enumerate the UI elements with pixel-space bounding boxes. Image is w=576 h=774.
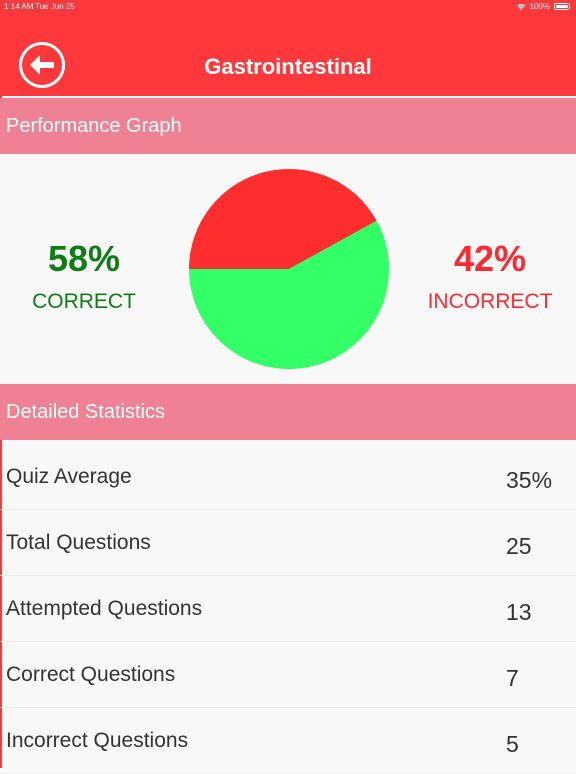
status-date: Tue Jun 25 xyxy=(35,2,75,11)
stat-value: 7 xyxy=(506,665,519,691)
stat-row-correct-questions: Correct Questions 7 xyxy=(0,642,576,708)
wifi-icon xyxy=(516,3,525,10)
stat-row-attempted-questions: Attempted Questions 13 xyxy=(0,576,576,642)
status-bar: 1:14 AM Tue Jun 25 100% xyxy=(0,0,576,14)
battery-percent: 100% xyxy=(529,2,550,11)
statistics-section-header: Detailed Statistics xyxy=(0,384,576,440)
stat-value: 13 xyxy=(506,599,532,625)
stat-value: 25 xyxy=(506,533,532,559)
status-right: 100% xyxy=(516,2,570,11)
stat-value: 35% xyxy=(506,467,553,493)
stat-label: Incorrect Questions xyxy=(6,729,189,752)
nav-header: Gastrointestinal xyxy=(0,14,576,96)
stat-label: Total Questions xyxy=(6,531,151,554)
stat-label: Attempted Questions xyxy=(6,597,203,620)
status-time: 1:14 AM xyxy=(4,2,34,11)
performance-graph: 58% CORRECT 42% INCORRECT xyxy=(0,154,576,384)
performance-section-title: Performance Graph xyxy=(6,115,182,137)
stat-row-total-questions: Total Questions 25 xyxy=(0,510,576,576)
statistics-section-title: Detailed Statistics xyxy=(6,401,165,423)
pie-chart xyxy=(189,169,389,370)
incorrect-percent: 42% xyxy=(453,238,527,279)
stat-row-quiz-average: Quiz Average 35% xyxy=(0,444,576,510)
battery-icon xyxy=(554,3,570,10)
stat-label: Correct Questions xyxy=(6,663,176,686)
stat-label: Quiz Average xyxy=(6,465,132,488)
page-title: Gastrointestinal xyxy=(204,54,372,79)
performance-section-header: Performance Graph xyxy=(0,98,576,154)
stat-value: 5 xyxy=(506,731,519,757)
correct-label: CORRECT xyxy=(32,290,136,313)
correct-percent: 58% xyxy=(47,238,121,279)
stat-row-incorrect-questions: Incorrect Questions 5 xyxy=(0,708,576,774)
incorrect-label: INCORRECT xyxy=(427,290,553,313)
